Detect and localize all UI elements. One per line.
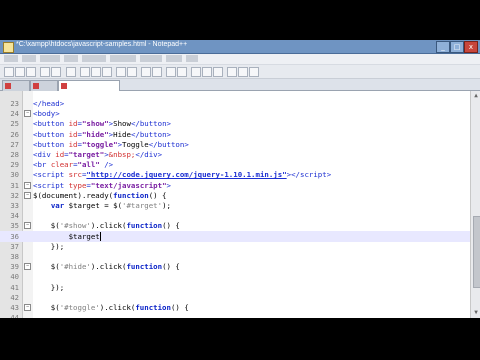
floppy-icon [61, 83, 67, 89]
show-all-chars-icon[interactable] [202, 67, 212, 77]
code-editor[interactable]: 23 </head> 24− <body> 25 <button id="show">Sh… [0, 91, 470, 318]
notepad-window: *C:\xampp\htdocs\javascript-samples.html… [0, 40, 480, 318]
fold-toggle-icon[interactable]: − [24, 191, 31, 199]
stop-macro-icon[interactable] [238, 67, 248, 77]
print-icon[interactable] [66, 67, 76, 77]
vertical-scrollbar[interactable]: ▲ ▼ [470, 91, 480, 318]
letterbox-top [0, 0, 480, 40]
copy-icon[interactable] [91, 67, 101, 77]
zoom-out-icon[interactable] [177, 67, 187, 77]
redo-icon[interactable] [127, 67, 137, 77]
window-title: *C:\xampp\htdocs\javascript-samples.html… [16, 41, 188, 48]
close-button[interactable]: x [464, 41, 478, 53]
letterbox-bottom [0, 318, 480, 360]
notepad-icon [3, 42, 14, 53]
record-macro-icon[interactable] [227, 67, 237, 77]
scroll-up-icon[interactable]: ▲ [472, 92, 480, 99]
tab-file-1[interactable] [2, 80, 30, 91]
cut-icon[interactable] [80, 67, 90, 77]
menu-edit[interactable] [22, 55, 36, 62]
floppy-icon[interactable] [26, 67, 36, 77]
find-icon[interactable] [141, 67, 151, 77]
floppy-icon [33, 83, 39, 89]
new-file-icon[interactable] [4, 67, 14, 77]
title-bar[interactable]: *C:\xampp\htdocs\javascript-samples.html… [0, 40, 480, 54]
menu-settings[interactable] [140, 55, 162, 62]
fold-toggle-icon[interactable]: − [24, 181, 31, 189]
fold-toggle-icon[interactable]: − [24, 263, 31, 271]
fold-toggle-icon[interactable]: − [24, 222, 31, 230]
scrollbar-thumb[interactable] [473, 216, 480, 288]
menu-bar [0, 54, 480, 65]
menu-search[interactable] [40, 55, 60, 62]
zoom-in-icon[interactable] [166, 67, 176, 77]
play-macro-icon[interactable] [249, 67, 259, 77]
indent-guide-icon[interactable] [213, 67, 223, 77]
menu-encoding[interactable] [82, 55, 106, 62]
tab-file-active[interactable] [58, 80, 120, 91]
tab-bar [0, 79, 480, 91]
menu-macro[interactable] [166, 55, 182, 62]
open-file-icon[interactable] [15, 67, 25, 77]
menu-view[interactable] [64, 55, 78, 62]
menu-file[interactable] [4, 55, 18, 62]
replace-icon[interactable] [152, 67, 162, 77]
toolbar [0, 65, 480, 79]
close-file-icon[interactable] [51, 67, 61, 77]
minimize-button[interactable]: _ [436, 41, 450, 53]
maximize-button[interactable]: □ [450, 41, 464, 53]
tab-file-2[interactable] [30, 80, 58, 91]
undo-icon[interactable] [116, 67, 126, 77]
scroll-down-icon[interactable]: ▼ [472, 309, 480, 316]
paste-icon[interactable] [102, 67, 112, 77]
menu-language[interactable] [110, 55, 136, 62]
floppy-icon [5, 83, 11, 89]
menu-run[interactable] [186, 55, 198, 62]
save-all-icon[interactable] [40, 67, 50, 77]
wrap-icon[interactable] [191, 67, 201, 77]
fold-toggle-icon[interactable]: − [24, 304, 31, 311]
fold-toggle-icon[interactable]: − [24, 110, 31, 118]
